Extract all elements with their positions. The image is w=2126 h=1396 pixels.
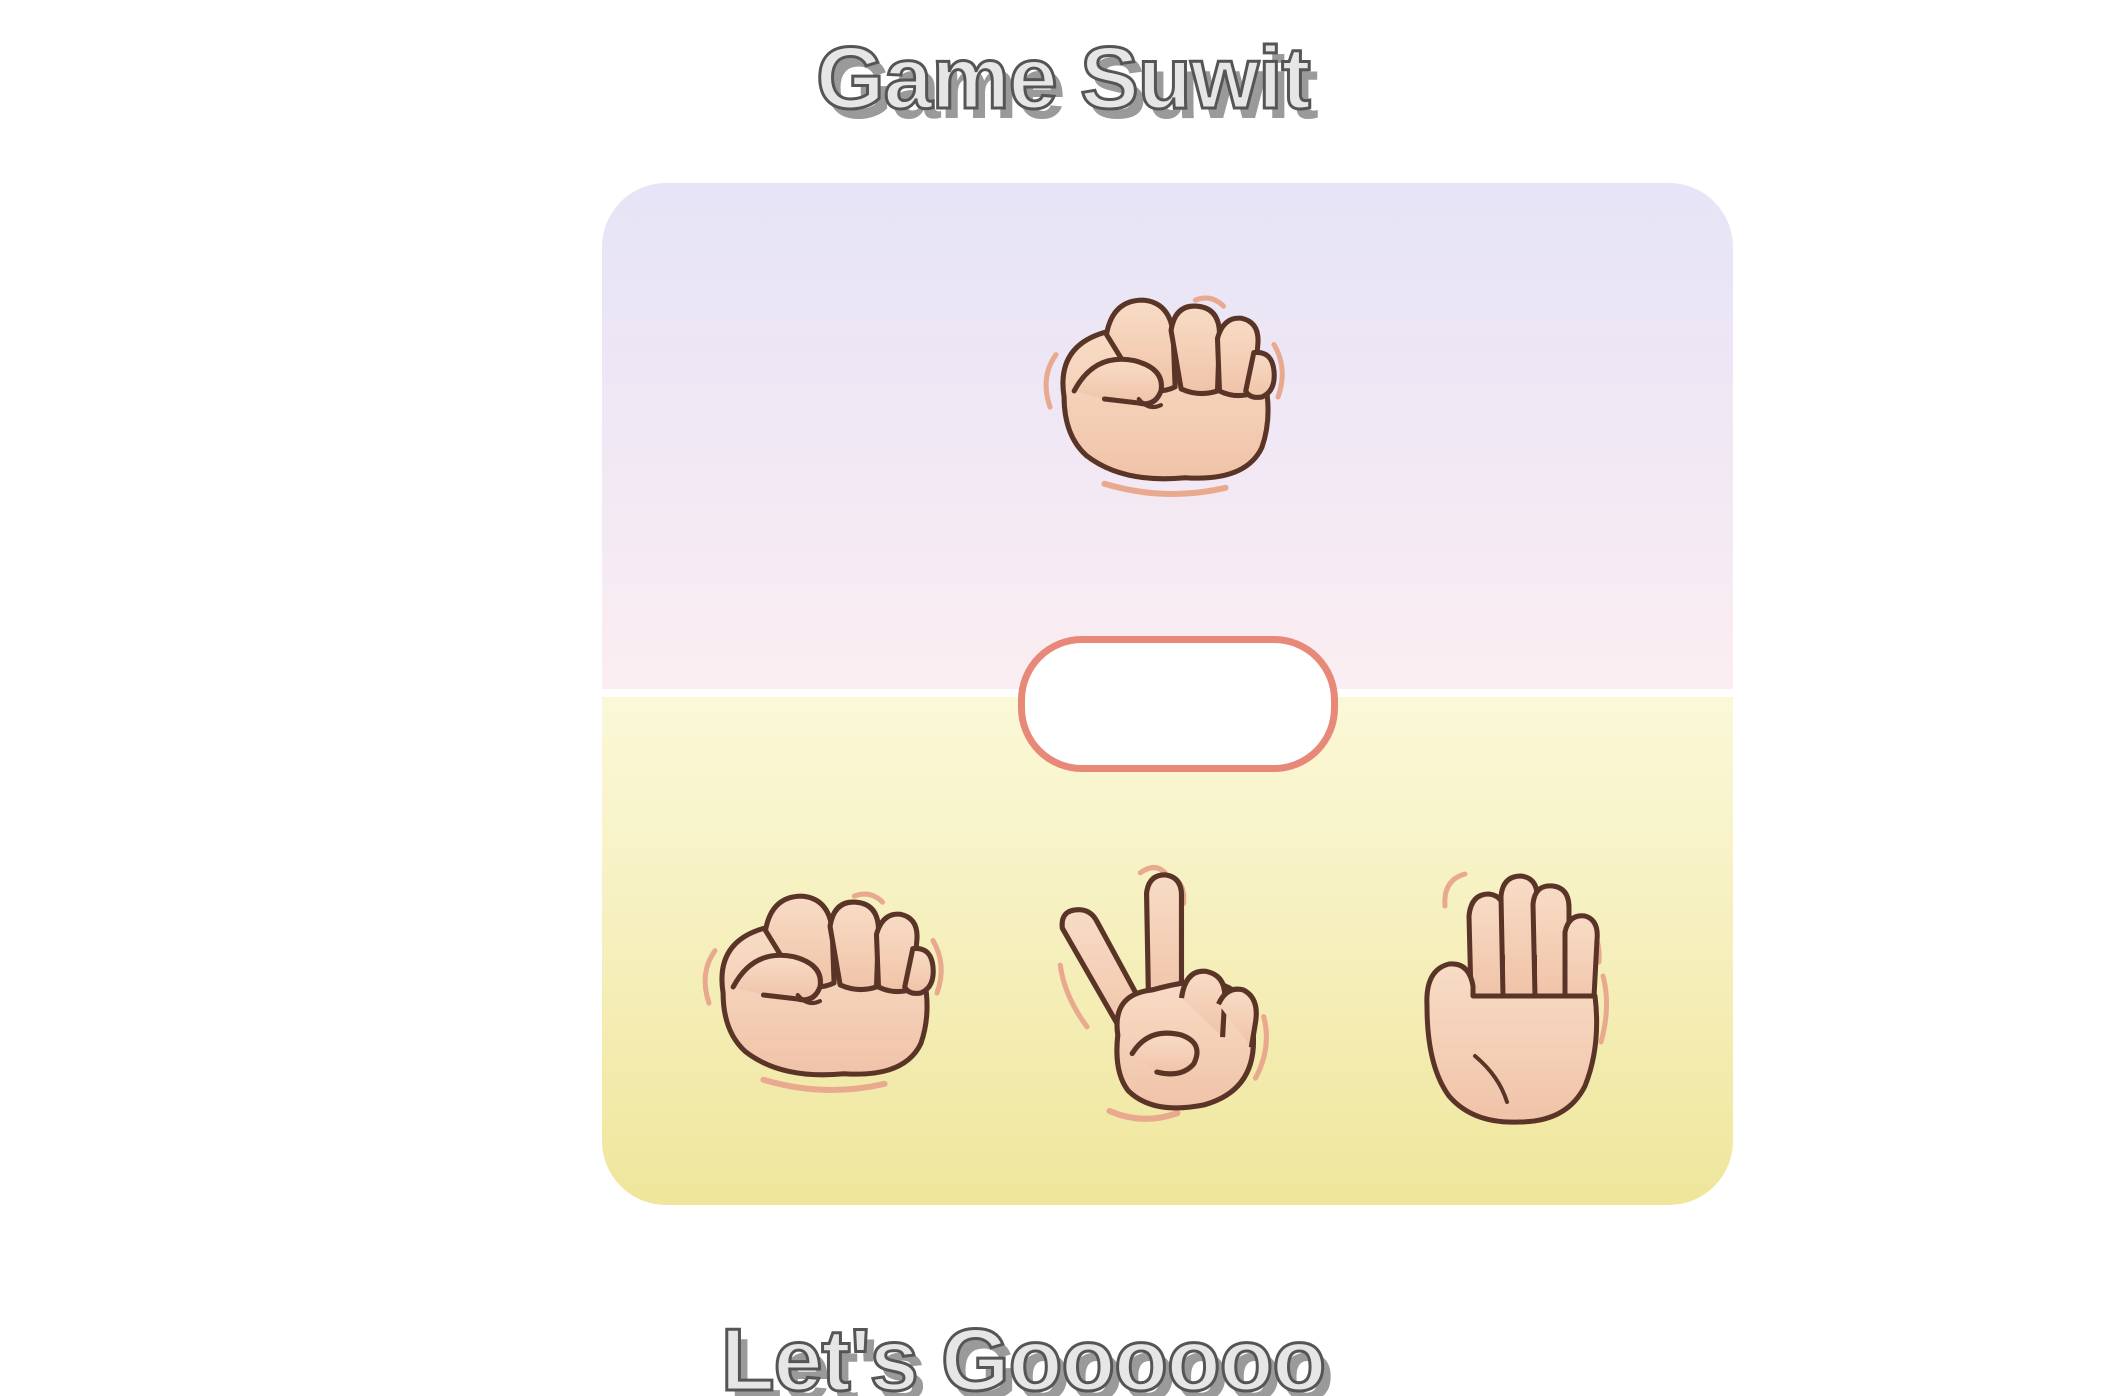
scissors-hand-icon: [1057, 865, 1269, 1122]
game-page: Game Suwit Let's Goooooo: [0, 0, 2126, 1396]
paper-choice-button[interactable]: [1410, 866, 1620, 1126]
paper-hand-icon: [1424, 871, 1610, 1125]
result-display: [1018, 636, 1338, 772]
game-title: Game Suwit: [815, 27, 1313, 129]
tagline: Let's Goooooo: [719, 1309, 1327, 1396]
rock-choice-button[interactable]: [688, 882, 960, 1104]
scissors-choice-button[interactable]: [1050, 862, 1276, 1130]
computer-rock-hand-icon: [1030, 286, 1300, 508]
rock-hand-icon: [702, 891, 944, 1094]
